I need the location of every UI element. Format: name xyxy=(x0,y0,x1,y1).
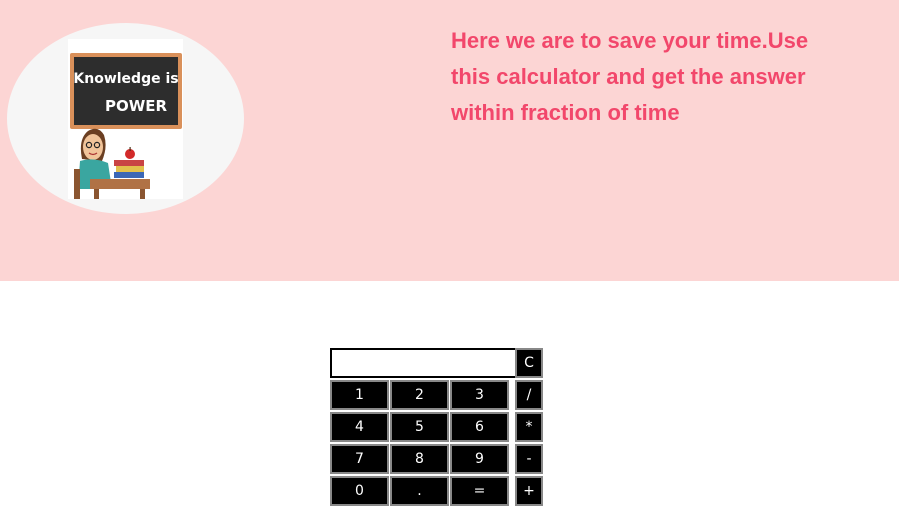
key-6-button[interactable]: 6 xyxy=(450,412,509,442)
calculator-display[interactable] xyxy=(330,348,517,378)
key-3-button[interactable]: 3 xyxy=(450,380,509,410)
key-7-button[interactable]: 7 xyxy=(330,444,389,474)
subtract-button[interactable]: - xyxy=(515,444,543,474)
equals-button[interactable]: = xyxy=(450,476,509,506)
teacher-illustration-icon: Knowledge is POWER xyxy=(70,53,182,199)
hero-tagline: Here we are to save your time.Use this c… xyxy=(451,28,809,125)
key-4-button[interactable]: 4 xyxy=(330,412,389,442)
board-text-line2: POWER xyxy=(105,97,168,115)
key-5-button[interactable]: 5 xyxy=(390,412,449,442)
key-9-button[interactable]: 9 xyxy=(450,444,509,474)
key-8-button[interactable]: 8 xyxy=(390,444,449,474)
divide-button[interactable]: / xyxy=(515,380,543,410)
key-0-button[interactable]: 0 xyxy=(330,476,389,506)
add-button[interactable]: + xyxy=(515,476,543,506)
knowledge-is-power-illustration: Knowledge is POWER xyxy=(68,39,183,199)
key-2-button[interactable]: 2 xyxy=(390,380,449,410)
clear-button[interactable]: C xyxy=(515,348,543,378)
key-1-button[interactable]: 1 xyxy=(330,380,389,410)
multiply-button[interactable]: * xyxy=(515,412,543,442)
decimal-point-button[interactable]: . xyxy=(390,476,449,506)
board-text-line1: Knowledge is xyxy=(73,71,178,87)
hero-banner: Knowledge is POWER Here we are to save y… xyxy=(0,0,899,281)
